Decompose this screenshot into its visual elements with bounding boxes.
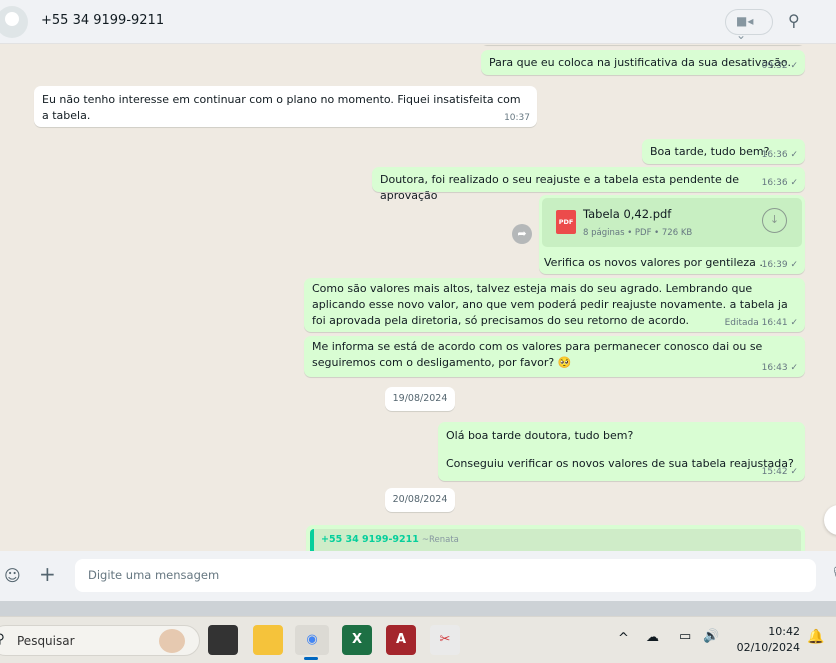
message-time: 10:37 [504,113,530,123]
notification-bell-icon[interactable]: 🔔 [807,629,824,645]
message-text: Conseguiu verificar os novos valores de … [446,457,794,470]
video-camera-icon: ■◂ ⌄ [736,14,754,42]
message-text: Para que eu coloca na justificativa da s… [489,56,791,69]
task-view-icon[interactable] [208,625,238,655]
message-time: Editada 16:41 ✓ [724,318,798,328]
taskbar-search[interactable]: ⚲ Pesquisar [0,625,200,656]
message-time: 16:39 ✓ [761,260,798,270]
excel-icon[interactable]: X [342,625,372,655]
scroll-down-button[interactable] [824,505,836,535]
file-explorer-icon[interactable] [253,625,283,655]
access-icon[interactable]: A [386,625,416,655]
message-time: 09:32 ✓ [761,61,798,71]
message-bubble: Boa tarde, tudo bem? 16:36 ✓ [642,139,805,164]
document-message: PDF Tabela 0,42.pdf 8 páginas • PDF • 72… [539,195,805,274]
file-name: Tabela 0,42.pdf [583,207,672,221]
composer: ☺ + Digite uma mensagem 🎙 [0,551,836,601]
video-call-button[interactable]: ■◂ ⌄ [725,9,773,42]
contact-name[interactable]: +55 34 9199-9211 [41,13,164,28]
taskbar: ⚲ Pesquisar ◉ X A ✂ ^ ☁ ▭ 🔊 10:4202/10/2… [0,616,836,663]
search-icon[interactable]: ⚲ [788,11,800,30]
volume-icon[interactable]: 🔊 [703,629,719,644]
message-text: Eu não tenho interesse em continuar com … [42,93,521,122]
message-time: 16:36 ✓ [761,150,798,160]
message-time: 15:42 ✓ [761,467,798,477]
chrome-icon[interactable]: ◉ [295,625,329,655]
search-label: Pesquisar [17,634,75,648]
download-icon[interactable]: ↓ [762,208,787,233]
message-text: Me informa se está de acordo com os valo… [312,340,763,369]
attach-plus-icon[interactable]: + [39,562,56,586]
message-bubble: Me informa se está de acordo com os valo… [304,336,805,377]
emoji-icon[interactable]: ☺ [4,566,21,585]
message-input[interactable]: Digite uma mensagem [75,559,816,592]
message-bubble-reply: +55 34 9199-9211 ~Renata [306,525,805,551]
message-list: Para que eu coloca na justificativa da s… [0,45,836,551]
search-icon: ⚲ [0,632,5,647]
network-icon[interactable]: ▭ [679,629,691,644]
clock[interactable]: 10:42 02/10/2024 [735,624,800,656]
quote-author: +55 34 9199-9211 [321,534,419,545]
message-text: Boa tarde, tudo bem? [650,145,770,158]
search-highlight-image [159,629,185,653]
quote-name: ~Renata [421,535,459,545]
message-text: Como são valores mais altos, talvez este… [312,282,788,327]
file-meta: 8 páginas • PDF • 726 KB [583,228,693,238]
chevron-up-icon[interactable]: ^ [618,631,629,646]
pdf-icon: PDF [556,210,576,234]
snipping-tool-icon[interactable]: ✂ [430,625,460,655]
active-indicator [304,657,318,660]
message-text: Verifica os novos valores por gentileza … [544,256,763,269]
message-bubble: Olá boa tarde doutora, tudo bem? Consegui… [438,422,805,481]
window-bottom-edge [0,601,836,616]
microphone-icon[interactable]: 🎙 [830,566,836,582]
cloud-off-icon[interactable]: ☁ [646,630,659,645]
forward-icon[interactable]: ➦ [512,224,532,244]
chat-header: +55 34 9199-9211 ■◂ ⌄ ⚲ [0,0,836,44]
date-divider: 19/08/2024 [385,387,455,411]
date-divider: 20/08/2024 [385,488,455,512]
message-bubble: Para que eu coloca na justificativa da s… [481,50,805,75]
document-card[interactable]: PDF Tabela 0,42.pdf 8 páginas • PDF • 72… [542,198,802,247]
message-time: 16:43 ✓ [761,363,798,373]
message-bubble-incoming: Eu não tenho interesse em continuar com … [34,86,537,127]
message-text: Olá boa tarde doutora, tudo bem? [446,429,634,442]
message-time: 16:36 ✓ [761,178,798,188]
contact-avatar[interactable] [0,6,28,38]
message-bubble: Doutora, foi realizado o seu reajuste e … [372,167,805,202]
message-bubble: Como são valores mais altos, talvez este… [304,278,805,332]
